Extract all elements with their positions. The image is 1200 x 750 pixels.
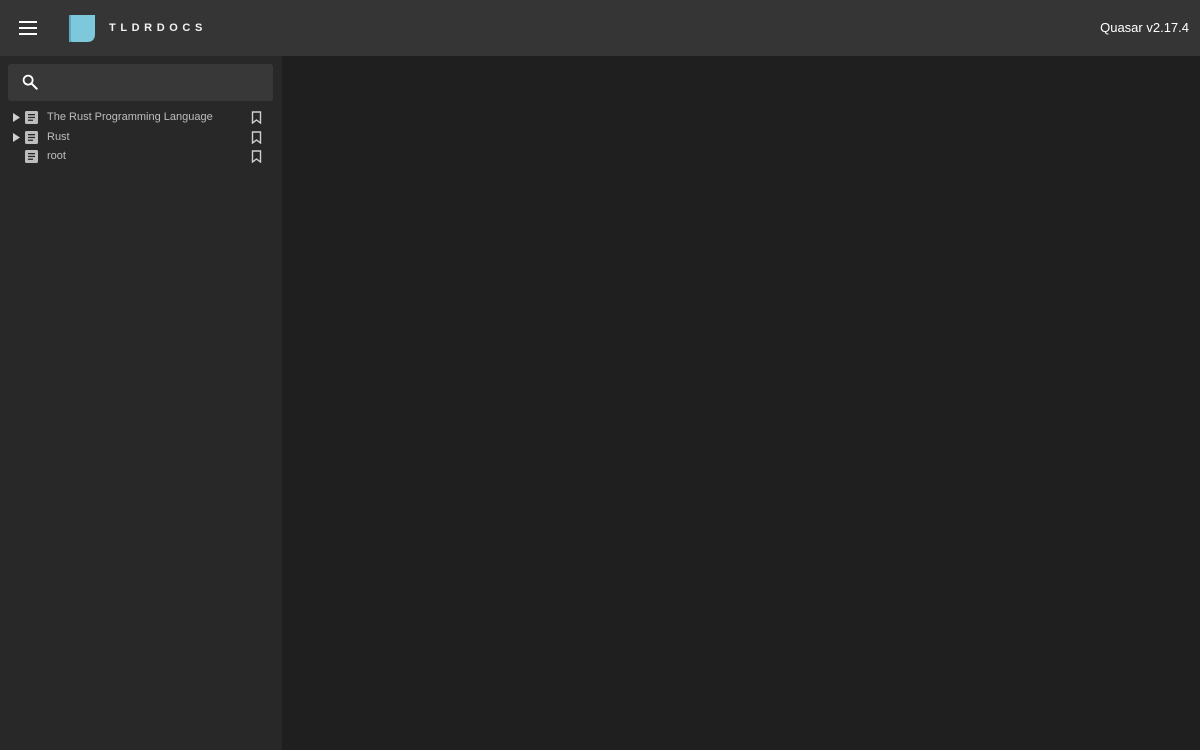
bookmark-icon[interactable] [250, 111, 263, 124]
menu-button[interactable] [16, 16, 40, 40]
expand-arrow-icon[interactable] [12, 132, 21, 142]
app-title[interactable]: TLDRDOCS [109, 22, 207, 34]
doc-tree: The Rust Programming Language Rust root [0, 108, 282, 167]
bookmark-icon[interactable] [250, 150, 263, 163]
document-icon [25, 130, 38, 144]
document-icon [25, 111, 38, 124]
logo-icon [69, 14, 95, 42]
app-logo[interactable] [69, 14, 95, 42]
search-icon [22, 74, 38, 90]
hamburger-menu-icon [19, 21, 37, 35]
tree-item-rust[interactable]: Rust [0, 128, 282, 148]
search-input[interactable] [52, 64, 267, 101]
expand-arrow-icon[interactable] [12, 113, 21, 122]
tree-item-root[interactable]: root [0, 147, 282, 167]
content-area [282, 56, 1200, 750]
document-icon [25, 150, 38, 163]
tree-item-rust-book[interactable]: The Rust Programming Language [0, 108, 282, 128]
tree-item-label: Rust [47, 130, 70, 143]
tree-item-label: root [47, 150, 66, 162]
bookmark-icon[interactable] [250, 130, 263, 144]
top-toolbar: TLDRDOCS Quasar v2.17.4 [0, 0, 1200, 56]
tree-item-label: The Rust Programming Language [47, 111, 213, 123]
search-box[interactable] [8, 64, 273, 101]
version-label: Quasar v2.17.4 [1100, 20, 1189, 35]
sidebar: The Rust Programming Language Rust root [0, 56, 282, 750]
